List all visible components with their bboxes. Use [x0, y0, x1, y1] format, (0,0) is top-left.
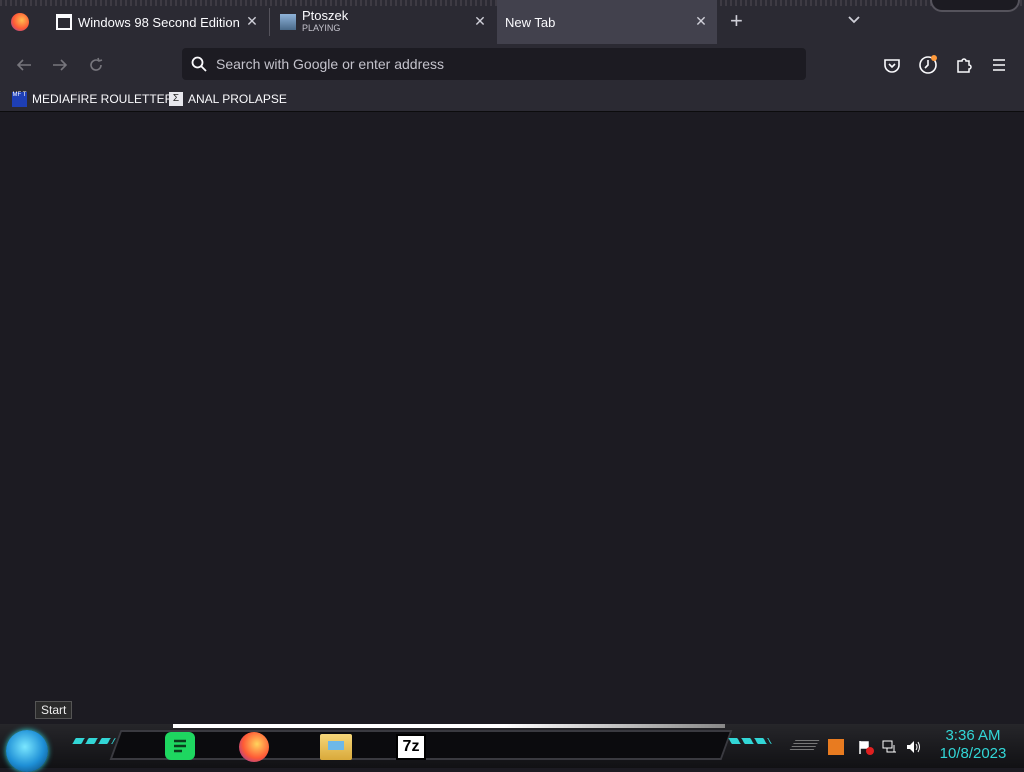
start-orb-button[interactable]	[6, 730, 48, 772]
account-sync-icon[interactable]	[918, 53, 940, 80]
url-input-placeholder: Search with Google or enter address	[216, 56, 445, 72]
pocket-icon[interactable]	[883, 56, 901, 79]
sigma-favicon: Σ	[169, 92, 183, 106]
bookmark-mediafire-rouletter[interactable]: MF T MEDIAFIRE ROULETTER	[12, 90, 173, 108]
navigation-toolbar: Search with Google or enter address	[0, 44, 1024, 86]
mediafire-favicon: MF T	[12, 91, 27, 107]
start-tooltip: Start	[35, 701, 73, 719]
tab-title: Windows 98 Second Edition ISO	[78, 14, 243, 30]
action-center-flag-icon[interactable]	[858, 739, 874, 755]
clock-date: 10/8/2023	[939, 745, 1007, 762]
firefox-taskbar-icon[interactable]	[239, 732, 269, 762]
spotify-taskbar-icon[interactable]	[165, 732, 195, 760]
forward-arrow-icon[interactable]	[51, 56, 69, 79]
close-tab-icon[interactable]: ✕	[693, 13, 709, 29]
tab-playing-status: PLAYING	[302, 23, 341, 33]
url-bar[interactable]: Search with Google or enter address	[182, 48, 806, 80]
tab-strip: Windows 98 Second Edition ISO ✕ Ptoszek …	[0, 0, 1024, 44]
close-tab-icon[interactable]: ✕	[244, 13, 260, 29]
tab-new-tab[interactable]: New Tab ✕	[497, 0, 717, 44]
tab-windows98[interactable]: Windows 98 Second Edition ISO ✕	[46, 0, 268, 44]
tab-ptoszek[interactable]: Ptoszek PLAYING ✕	[270, 0, 496, 44]
extensions-puzzle-icon[interactable]	[955, 56, 973, 79]
taskbar-cyan-lights-right	[728, 738, 772, 744]
network-icon[interactable]	[882, 739, 898, 755]
window-decoration	[930, 0, 1020, 12]
reload-icon[interactable]	[87, 56, 105, 79]
tab-title: Ptoszek	[302, 10, 349, 22]
show-desktop-lines-icon[interactable]	[788, 740, 820, 752]
7zip-taskbar-icon[interactable]: 7z	[396, 734, 426, 760]
archive-icon	[56, 14, 72, 30]
bookmark-label: MEDIAFIRE ROULETTER	[32, 92, 174, 106]
volume-speaker-icon[interactable]	[905, 739, 921, 755]
tab-list-chevron-icon[interactable]	[846, 12, 862, 28]
new-tab-page-content	[0, 113, 1024, 725]
bookmarks-toolbar: MF T MEDIAFIRE ROULETTER Σ ANAL PROLAPSE	[0, 86, 1024, 112]
close-tab-icon[interactable]: ✕	[472, 13, 488, 29]
firefox-menu-icon[interactable]	[11, 13, 29, 31]
clock[interactable]: 3:36 AM 10/8/2023	[935, 727, 1011, 763]
java-tray-icon[interactable]	[828, 739, 844, 755]
search-icon	[190, 55, 208, 73]
app-menu-hamburger-icon[interactable]	[991, 57, 1007, 78]
bookmark-label: ANAL PROLAPSE	[188, 92, 287, 106]
new-tab-plus-icon[interactable]: +	[730, 10, 743, 32]
bookmark-anal-prolapse[interactable]: Σ ANAL PROLAPSE	[169, 90, 287, 108]
tab-title: New Tab	[505, 14, 556, 30]
tab-thumbnail-icon	[280, 14, 296, 30]
clock-time: 3:36 AM	[945, 727, 1001, 744]
folder-tab	[328, 741, 344, 750]
taskbar-cyan-lights-left	[72, 738, 116, 744]
taskbar-progress-strip	[173, 724, 725, 728]
file-explorer-taskbar-icon[interactable]	[320, 734, 352, 760]
back-arrow-icon[interactable]	[15, 56, 33, 79]
